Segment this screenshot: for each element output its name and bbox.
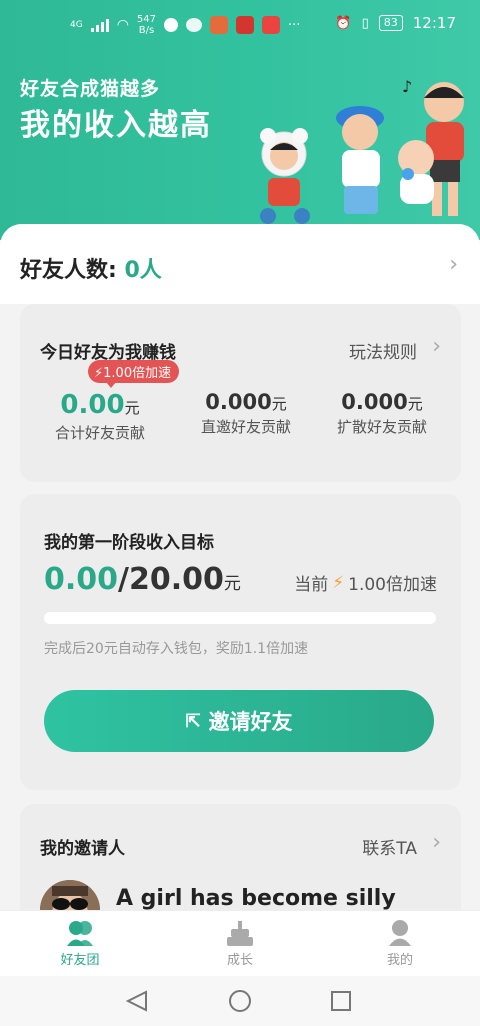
- speed-badge: ⚡1.00倍加速: [88, 360, 180, 388]
- shield-app-icon: [164, 18, 179, 32]
- stat-spread-value: 0.000: [341, 390, 408, 414]
- signal-icon: [90, 18, 109, 32]
- stat-direct-unit: 元: [271, 395, 287, 413]
- bottom-nav: 好友团 成长 我的: [0, 910, 480, 976]
- nav-growth[interactable]: 成长: [200, 917, 280, 968]
- recents-icon[interactable]: [331, 991, 351, 1011]
- wifi-icon: ◠: [116, 17, 129, 33]
- friend-count-value: 0人: [124, 258, 162, 283]
- network-speed: 547 B/s: [137, 14, 156, 36]
- kid-cap-figure: [336, 106, 384, 214]
- goal-title: 我的第一阶段收入目标: [44, 533, 214, 553]
- inviter-name: A girl has become silly: [116, 886, 396, 911]
- profile-icon: [360, 917, 440, 949]
- kid-bike-figure: [260, 128, 310, 224]
- vibrate-icon: ▯: [361, 15, 369, 31]
- nav-friends-team[interactable]: 好友团: [40, 917, 120, 968]
- status-bar: 4G ◠ 547 B/s ··· ⏰ ▯ 83 12:17: [0, 0, 480, 48]
- income-goal-card: 我的第一阶段收入目标 0.00/20.00元 当前 ⚡ 1.00倍加速 完成后2…: [20, 494, 461, 790]
- goal-current: 0.00: [44, 562, 119, 597]
- speed-prefix: 当前: [294, 575, 329, 595]
- chevron-right-icon[interactable]: ›: [449, 252, 458, 277]
- kids-illustration: ♪: [260, 77, 464, 224]
- stat-spread: 0.000元 扩散好友贡献: [326, 390, 438, 437]
- chevron-right-icon[interactable]: ›: [432, 334, 441, 359]
- stat-total: 0.00元 合计好友贡献: [50, 390, 150, 443]
- hero-subtitle: 好友合成猫越多: [20, 78, 161, 100]
- nav-profile[interactable]: 我的: [360, 917, 440, 968]
- nav-profile-label: 我的: [386, 953, 413, 968]
- inviter-card: 我的邀请人 联系TA › A girl has become silly: [20, 804, 461, 940]
- main-sheet: 好友人数: 0人 › 今日好友为我赚钱 玩法规则 › ⚡1.00倍加速 0.00…: [0, 224, 480, 940]
- speed-value: 547: [136, 14, 157, 25]
- alarm-icon: ⏰: [335, 15, 352, 31]
- speed-value: 1.00倍加速: [348, 575, 437, 595]
- battery-indicator: 83: [378, 15, 403, 31]
- home-icon[interactable]: [229, 990, 251, 1012]
- lightning-icon: ⚡: [94, 366, 104, 381]
- stat-direct-label: 直邀好友贡献: [200, 418, 291, 436]
- inviter-title: 我的邀请人: [40, 839, 125, 859]
- app-icon-2: [236, 16, 255, 34]
- friends-icon: [40, 917, 120, 949]
- speed-badge-label: 1.00倍加速: [103, 366, 172, 381]
- friend-count-label: 好友人数:: [20, 258, 117, 283]
- lightning-icon: ⚡: [332, 572, 345, 593]
- goal-progress-bar: [44, 612, 436, 624]
- hero-title: 我的收入越高: [20, 108, 212, 143]
- stat-direct: 0.000元 直邀好友贡献: [190, 390, 302, 437]
- app-icon-1: [210, 16, 229, 34]
- stat-direct-value: 0.000: [205, 390, 272, 414]
- clock: 12:17: [412, 14, 456, 32]
- back-icon[interactable]: [125, 990, 147, 1012]
- stat-spread-label: 扩散好友贡献: [336, 418, 427, 436]
- share-icon: ⇱: [185, 710, 201, 731]
- chevron-right-icon[interactable]: ›: [432, 830, 441, 855]
- app-icon-3: [262, 16, 281, 34]
- current-speed: 当前 ⚡ 1.00倍加速: [294, 570, 437, 596]
- rules-link[interactable]: 玩法规则: [349, 338, 417, 363]
- stat-total-label: 合计好友贡献: [54, 424, 145, 442]
- goal-separator: /: [118, 562, 129, 597]
- stat-spread-unit: 元: [407, 395, 423, 413]
- friend-count: 好友人数: 0人: [20, 252, 162, 284]
- system-nav-bar: [0, 976, 480, 1026]
- nav-friends-label: 好友团: [60, 953, 100, 968]
- baby-figure: [398, 140, 434, 204]
- goal-unit: 元: [223, 574, 241, 594]
- nav-growth-label: 成长: [226, 953, 253, 968]
- hero-banner: 4G ◠ 547 B/s ··· ⏰ ▯ 83 12:17 好友合成猫越多 我的…: [0, 0, 480, 240]
- more-icon: ···: [288, 17, 301, 33]
- friend-count-row[interactable]: 好友人数: 0人 ›: [0, 224, 480, 304]
- contact-link[interactable]: 联系TA: [362, 834, 417, 859]
- goal-value: 0.00/20.00元: [44, 562, 241, 597]
- goal-note: 完成后20元自动存入钱包，奖励1.1倍加速: [44, 641, 309, 657]
- wechat-icon: [186, 18, 203, 32]
- speed-unit: B/s: [138, 25, 155, 36]
- growth-icon: [200, 917, 280, 949]
- invite-button-label: 邀请好友: [208, 711, 293, 734]
- svg-text:♪: ♪: [402, 77, 412, 96]
- stat-total-value: 0.00: [60, 390, 125, 420]
- network-label: 4G: [70, 20, 83, 30]
- today-earnings-card: 今日好友为我赚钱 玩法规则 › ⚡1.00倍加速 0.00元 合计好友贡献 0.…: [20, 304, 461, 482]
- invite-friends-button[interactable]: ⇱ 邀请好友: [44, 690, 434, 752]
- goal-target: 20.00: [129, 562, 224, 597]
- stat-total-unit: 元: [124, 399, 140, 417]
